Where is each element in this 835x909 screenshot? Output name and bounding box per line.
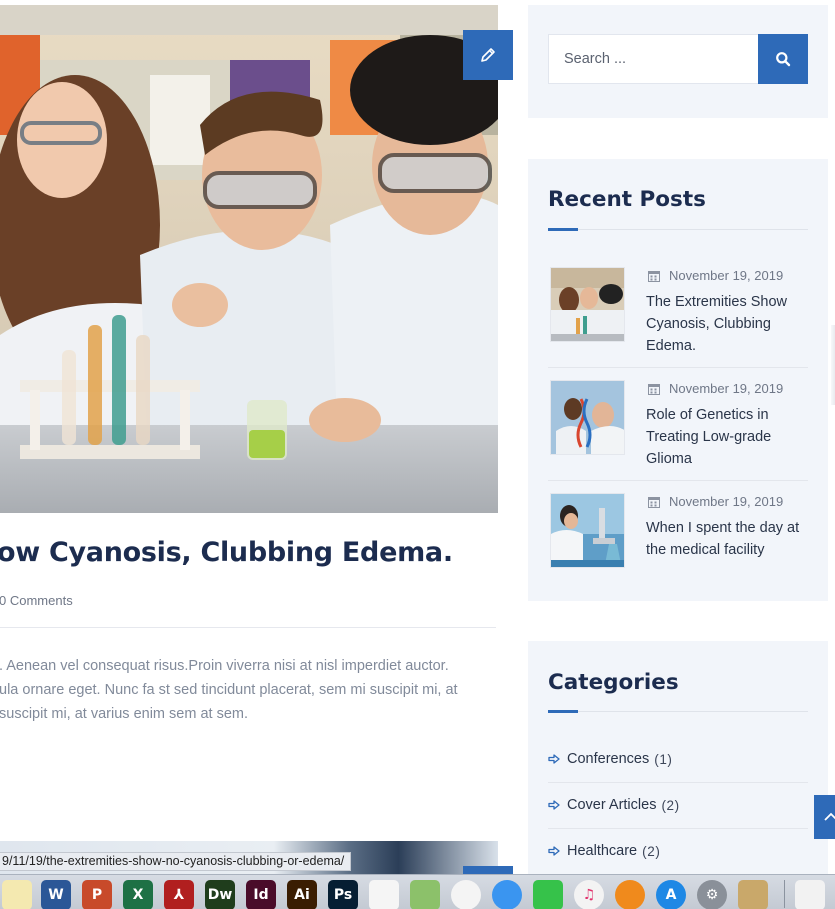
search-widget bbox=[528, 5, 828, 118]
category-item-healthcare[interactable]: Healthcare (2) bbox=[548, 828, 808, 874]
post-featured-image[interactable] bbox=[0, 5, 498, 513]
notes-icon[interactable] bbox=[2, 880, 32, 909]
photos-icon[interactable] bbox=[451, 880, 481, 909]
maps-icon[interactable] bbox=[410, 880, 440, 909]
recent-posts-widget: Recent Posts November 19, 2019 The Extre… bbox=[528, 159, 828, 601]
recent-post-date: November 19, 2019 bbox=[648, 494, 783, 509]
powerpoint-icon[interactable]: P bbox=[82, 880, 112, 909]
acrobat-icon[interactable]: ⅄ bbox=[164, 880, 194, 909]
categories-widget: Categories Conferences (1) Cover Article… bbox=[528, 641, 828, 881]
category-item-cover-articles[interactable]: Cover Articles (2) bbox=[548, 782, 808, 828]
recent-post-date-text: November 19, 2019 bbox=[669, 494, 784, 509]
arrow-right-icon bbox=[548, 754, 560, 764]
dock-separator bbox=[784, 880, 785, 908]
scroll-to-top-button[interactable] bbox=[814, 795, 835, 839]
widget-title-underline bbox=[548, 710, 808, 713]
post-title[interactable]: ow Cyanosis, Clubbing Edema. bbox=[0, 537, 453, 568]
excel-icon[interactable]: X bbox=[123, 880, 153, 909]
recent-post-date-text: November 19, 2019 bbox=[669, 381, 784, 396]
categories-title: Categories bbox=[548, 670, 679, 695]
chevron-up-icon bbox=[824, 812, 835, 821]
category-label[interactable]: Healthcare bbox=[567, 843, 637, 859]
preview-icon[interactable] bbox=[738, 880, 768, 909]
system-preferences-icon[interactable]: ⚙ bbox=[697, 880, 727, 909]
search-icon bbox=[776, 52, 791, 67]
itunes-icon[interactable]: ♫ bbox=[574, 880, 604, 909]
recent-post-thumbnail[interactable] bbox=[550, 380, 625, 455]
macos-dock: W P X ⅄ Dw Id Ai Ps ♫ A ⚙ bbox=[0, 874, 835, 909]
lab-students-illustration bbox=[0, 5, 498, 513]
search-input[interactable] bbox=[548, 34, 758, 84]
arrow-right-icon bbox=[548, 846, 560, 856]
messages-icon[interactable] bbox=[492, 880, 522, 909]
pdf-document-icon[interactable] bbox=[795, 880, 825, 909]
recent-post-date: November 19, 2019 bbox=[648, 268, 783, 283]
recent-post-divider bbox=[548, 367, 808, 368]
recent-post-thumbnail[interactable] bbox=[550, 267, 625, 342]
recent-post-date: November 19, 2019 bbox=[648, 381, 783, 396]
illustrator-icon[interactable]: Ai bbox=[287, 880, 317, 909]
post-comments-count[interactable]: 0 Comments bbox=[0, 593, 73, 608]
category-count: (2) bbox=[661, 797, 680, 813]
edit-post-button[interactable] bbox=[463, 30, 513, 80]
genetics-thumbnail-image bbox=[551, 381, 624, 454]
post-excerpt: . Aenean vel consequat risus.Proin viver… bbox=[0, 654, 499, 726]
category-label[interactable]: Cover Articles bbox=[567, 797, 656, 813]
post-divider bbox=[0, 627, 496, 628]
app-store-icon[interactable]: A bbox=[656, 880, 686, 909]
pencil-icon bbox=[481, 48, 495, 62]
excerpt-line: . Aenean vel consequat risus.Proin viver… bbox=[0, 658, 449, 674]
ibooks-icon[interactable] bbox=[615, 880, 645, 909]
arrow-right-icon bbox=[548, 800, 560, 810]
word-icon[interactable]: W bbox=[41, 880, 71, 909]
category-count: (1) bbox=[654, 751, 673, 767]
calendar-icon bbox=[648, 383, 660, 395]
widget-title-underline bbox=[548, 228, 808, 231]
excerpt-line: ula ornare eget. Nunc fa st sed tincidun… bbox=[0, 682, 458, 698]
page-edge-shadow bbox=[831, 325, 835, 405]
recent-post-link[interactable]: When I spent the day at the medical faci… bbox=[646, 517, 811, 561]
excerpt-line: suscipit mi, at varius enim sem at sem. bbox=[0, 706, 248, 722]
dreamweaver-icon[interactable]: Dw bbox=[205, 880, 235, 909]
indesign-icon[interactable]: Id bbox=[246, 880, 276, 909]
search-button[interactable] bbox=[758, 34, 808, 84]
category-count: (2) bbox=[642, 843, 661, 859]
recent-post-date-text: November 19, 2019 bbox=[669, 268, 784, 283]
status-bar-url: 9/11/19/the-extremities-show-no-cyanosis… bbox=[0, 852, 352, 871]
recent-post-divider bbox=[548, 480, 808, 481]
microscope-thumbnail-image bbox=[551, 494, 624, 567]
calendar-icon bbox=[648, 270, 660, 282]
reminders-icon[interactable] bbox=[369, 880, 399, 909]
recent-post-link[interactable]: The Extremities Show Cyanosis, Clubbing … bbox=[646, 291, 811, 357]
facetime-icon[interactable] bbox=[533, 880, 563, 909]
calendar-icon bbox=[648, 496, 660, 508]
photoshop-icon[interactable]: Ps bbox=[328, 880, 358, 909]
category-label[interactable]: Conferences bbox=[567, 751, 649, 767]
lab-thumbnail-image bbox=[551, 268, 624, 341]
recent-post-thumbnail[interactable] bbox=[550, 493, 625, 568]
category-item-conferences[interactable]: Conferences (1) bbox=[548, 736, 808, 782]
recent-post-link[interactable]: Role of Genetics in Treating Low-grade G… bbox=[646, 404, 811, 470]
recent-posts-title: Recent Posts bbox=[548, 187, 706, 212]
